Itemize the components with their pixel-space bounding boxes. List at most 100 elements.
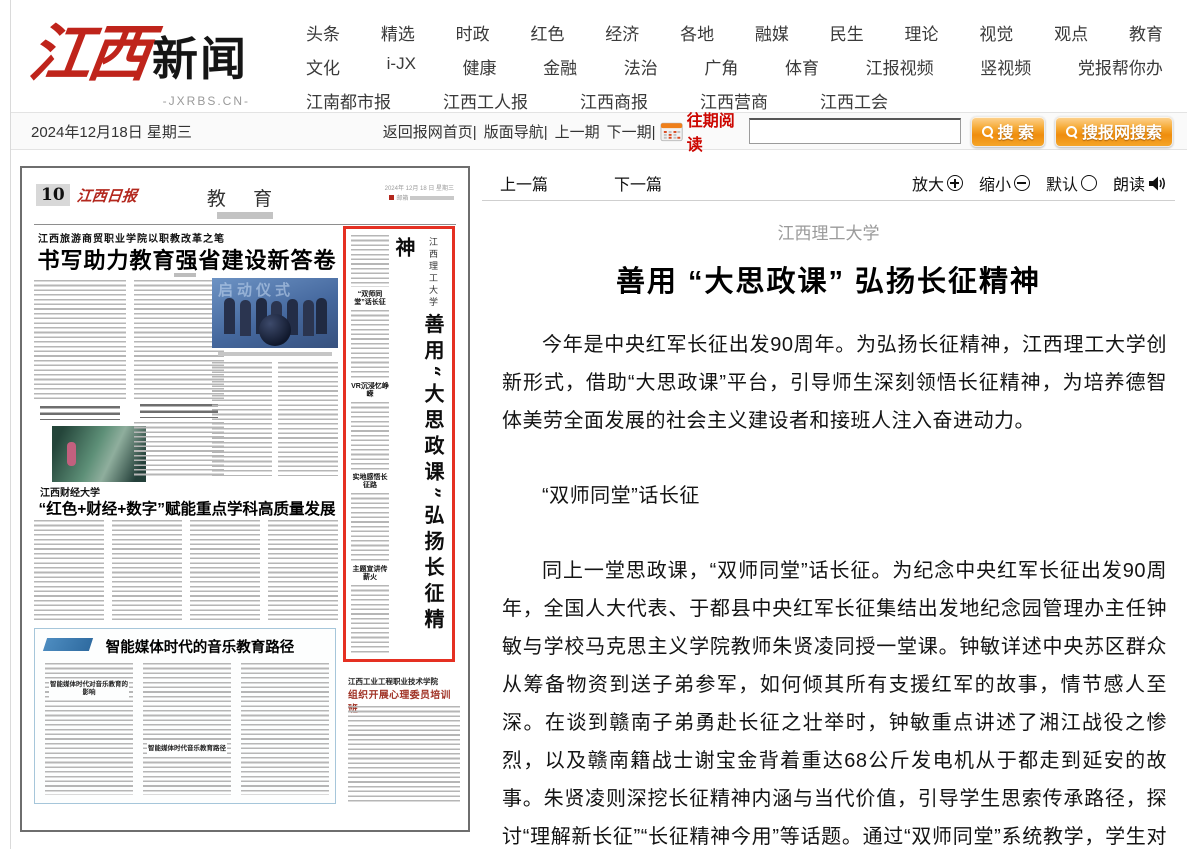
nav-item[interactable]: 党报帮你办 <box>1078 54 1163 79</box>
search-icon <box>982 126 993 137</box>
newsprint-text-block <box>351 235 389 287</box>
nav-item[interactable]: 广角 <box>704 54 738 79</box>
newsprint-text-block <box>112 520 182 620</box>
default-size-label: 默认 <box>1046 171 1078 195</box>
newsprint-text-block <box>143 663 231 795</box>
main-nav: 头条 精选 时政 红色 经济 各地 融媒 民生 理论 视觉 观点 教育 文化 i-JX 健康 金融 法治 广角 体… <box>306 16 1163 118</box>
paper-header-left: 10 江西日报 <box>36 184 137 206</box>
nav-item[interactable]: 健康 <box>463 54 497 79</box>
paper-article3-headline: 智能媒体时代的音乐教育路径 <box>75 636 325 657</box>
toolbar-link[interactable]: 返回报网首页| <box>383 121 477 142</box>
search-area: 搜 索 搜报网搜索 <box>749 116 1173 147</box>
newsprint-text-block <box>351 310 389 379</box>
newsprint-text-block <box>351 585 389 654</box>
newspaper-page-preview[interactable]: 10 江西日报 教 育 2024年 12月 18 日 星期三 邮箱 江西旅游商贸… <box>20 166 470 832</box>
nav-item[interactable]: i-JX <box>387 54 416 79</box>
speaker-icon <box>1148 175 1167 192</box>
paper-article1-headline: 书写助力教育强省建设新答卷 <box>34 243 340 275</box>
nav-item[interactable]: 江报视频 <box>866 54 934 79</box>
people-silhouettes <box>224 298 235 334</box>
nav-item[interactable]: 头条 <box>306 20 340 45</box>
newsprint-text-block <box>34 280 126 402</box>
paper-article1-byline <box>174 273 196 277</box>
zoom-in-label: 放大 <box>912 171 944 195</box>
highlighted-article-region[interactable]: “双师同堂”话长征 VR沉浸忆峥嵘 实地感悟长征路 <box>343 226 455 662</box>
zoom-out-control[interactable]: 缩小 <box>979 171 1030 195</box>
newsprint-text-block <box>212 362 272 476</box>
paper-header-rule <box>34 224 456 225</box>
nav-item[interactable]: 理论 <box>905 20 939 45</box>
search-icon <box>1066 126 1077 137</box>
nav-item[interactable]: 江南都市报 <box>306 88 391 113</box>
nav-item[interactable]: 民生 <box>830 20 864 45</box>
nav-item[interactable]: 各地 <box>680 20 714 45</box>
nav-row-2: 文化 i-JX 健康 金融 法治 广角 体育 江报视频 竖视频 党报帮你办 <box>306 50 1163 84</box>
nav-item[interactable]: 视觉 <box>979 20 1013 45</box>
circle-icon <box>1081 175 1097 191</box>
current-date: 2024年12月18日 星期三 <box>31 121 273 142</box>
toolbar-links: 返回报网首页| 版面导航| 上一期下一期| <box>383 121 656 142</box>
mail-address-blur <box>410 196 454 200</box>
article-body: 今年是中央红军长征出发90周年。为弘扬长征精神，江西理工大学创新形式，借助“大思… <box>482 300 1175 849</box>
highlight-body: “双师同堂”话长征 VR沉浸忆峥嵘 实地感悟长征路 <box>350 233 390 655</box>
nav-item[interactable]: 文化 <box>306 54 340 79</box>
newsprint-text-block <box>278 362 338 476</box>
nav-item[interactable]: 金融 <box>543 54 577 79</box>
nav-item[interactable]: 教育 <box>1129 20 1163 45</box>
nav-item[interactable]: 江西工人报 <box>443 88 528 113</box>
paper-article4-kicker: 江西工业工程职业技术学院 <box>348 676 438 687</box>
newsprint-text-block <box>241 663 329 795</box>
toolbar-link[interactable]: 下一期| <box>607 121 656 142</box>
nav-item[interactable]: 时政 <box>456 20 490 45</box>
zoom-in-control[interactable]: 放大 <box>912 171 963 195</box>
site-header: 江西 新闻 -JXRBS.CN- 头条 精选 时政 红色 经济 各地 融媒 民生 理论 视觉 观点 教… <box>0 0 1187 112</box>
article-pane: 上一篇 下一篇 放大 缩小 默认 朗读 <box>482 166 1175 849</box>
newsprint-text-block <box>351 493 389 562</box>
paper-article3-box: 智能媒体时代的音乐教育路径 智能媒体时代对音乐教育的影响 智能媒体时代音乐教育路… <box>34 628 336 804</box>
site-search-button-label: 搜报网搜索 <box>1082 119 1162 143</box>
newsprint-text-block <box>348 706 460 804</box>
highlight-subhead: VR沉浸忆峥嵘 <box>351 383 389 399</box>
sphere-prop <box>259 314 291 346</box>
nav-item[interactable]: 经济 <box>605 20 639 45</box>
toolbar-link[interactable]: 版面导航| <box>484 121 548 142</box>
nav-item[interactable]: 体育 <box>785 54 819 79</box>
logo-domain: -JXRBS.CN- <box>163 94 250 108</box>
newsprint-subhead-block <box>140 404 218 418</box>
calendar-icon <box>660 121 683 142</box>
site-logo[interactable]: 江西 新闻 -JXRBS.CN- <box>30 14 248 94</box>
minus-circle-icon <box>1014 175 1030 191</box>
nav-item[interactable]: 江西工会 <box>820 88 888 113</box>
search-input[interactable] <box>749 118 961 144</box>
logo-text-black: 新闻 <box>152 23 248 89</box>
nav-item[interactable]: 红色 <box>530 20 564 45</box>
nav-item[interactable]: 法治 <box>624 54 658 79</box>
paper-page-number: 10 <box>36 184 70 206</box>
nav-item[interactable]: 观点 <box>1054 20 1088 45</box>
red-square-icon <box>389 195 394 200</box>
newsprint-text-block <box>34 520 104 620</box>
paper-masthead: 江西日报 <box>76 185 138 206</box>
read-aloud-label: 朗读 <box>1113 171 1145 195</box>
article-tools: 放大 缩小 默认 朗读 <box>902 171 1167 195</box>
search-button[interactable]: 搜 索 <box>971 116 1045 147</box>
newsprint-text-block <box>268 520 338 620</box>
nav-item[interactable]: 竖视频 <box>980 54 1031 79</box>
next-article-link[interactable]: 下一篇 <box>614 171 662 195</box>
nav-item[interactable]: 江西商报 <box>580 88 648 113</box>
archive-link[interactable]: 往期阅读 <box>660 107 749 155</box>
toolbar-link[interactable]: 上一期 <box>555 121 600 142</box>
read-aloud-control[interactable]: 朗读 <box>1113 171 1167 195</box>
highlight-section: “双师同堂”话长征 <box>351 287 389 379</box>
site-search-button[interactable]: 搜报网搜索 <box>1055 116 1173 147</box>
nav-row-1: 头条 精选 时政 红色 经济 各地 融媒 民生 理论 视觉 观点 教育 <box>306 16 1163 50</box>
nav-item[interactable]: 精选 <box>381 20 415 45</box>
default-size-control[interactable]: 默认 <box>1046 171 1097 195</box>
main-content: 10 江西日报 教 育 2024年 12月 18 日 星期三 邮箱 江西旅游商贸… <box>0 150 1187 849</box>
highlight-section: VR沉浸忆峥嵘 <box>351 379 389 471</box>
paper-section-tag <box>217 212 273 219</box>
highlight-section: 主题宣讲传薪火 <box>351 562 389 654</box>
article-paragraph: “双师同堂”话长征 <box>502 477 1167 515</box>
prev-article-link[interactable]: 上一篇 <box>500 171 548 195</box>
nav-item[interactable]: 融媒 <box>755 20 789 45</box>
